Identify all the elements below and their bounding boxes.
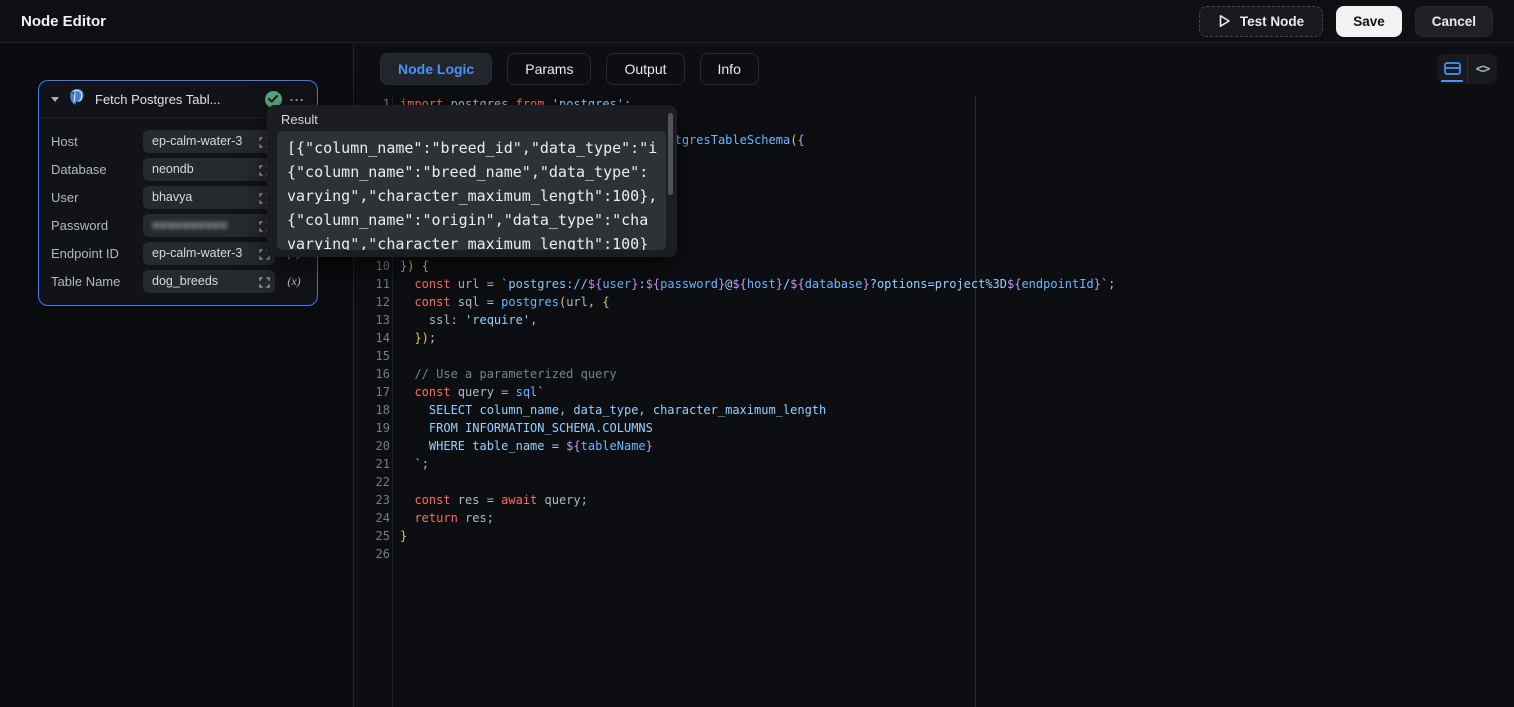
line-number: 22 [364,475,390,489]
field-value: neondb [152,162,194,176]
field-value: dog_breeds [152,274,218,288]
line-number: 25 [364,529,390,543]
result-line: [{"column_name":"breed_id","data_type":"… [287,136,660,160]
code-line: 10 }) { [354,257,1514,275]
code-text: const res = await query; [400,493,588,507]
field-label: Password [51,218,108,233]
code-line: 13 ssl: 'require', [354,311,1514,329]
code-text: // Use a parameterized query [400,367,617,381]
code-view-icon[interactable]: <> [1467,54,1497,84]
code-line: 15 [354,347,1514,365]
code-text: ssl: 'require', [400,313,537,327]
cancel-button[interactable]: Cancel [1415,6,1493,37]
active-segment-underline [1441,80,1463,83]
line-number: 12 [364,295,390,309]
field-input-host[interactable]: ep-calm-water-3 [143,130,275,153]
line-number: 20 [364,439,390,453]
expand-corners-icon[interactable] [259,275,270,293]
result-line: varying","character_maximum_length":100} [287,232,660,250]
line-number: 13 [364,313,390,327]
result-scrollbar-thumb[interactable] [668,113,673,195]
line-number: 16 [364,367,390,381]
line-number: 18 [364,403,390,417]
code-line: 16 // Use a parameterized query [354,365,1514,383]
code-text: const sql = postgres(url, { [400,295,610,309]
tab-info[interactable]: Info [700,53,759,85]
field-label: Database [51,162,107,177]
field-value: ep-calm-water-3 [152,246,242,260]
line-number: 21 [364,457,390,471]
code-line: 19 FROM INFORMATION_SCHEMA.COLUMNS [354,419,1514,437]
field-input-password[interactable]: ●●●●●●●●●● [143,214,275,237]
page-title: Node Editor [21,13,106,30]
result-line: {"column_name":"breed_name","data_type": [287,160,660,184]
result-line: {"column_name":"origin","data_type":"cha [287,208,660,232]
field-input-database[interactable]: neondb [143,158,275,181]
tab-params[interactable]: Params [507,53,591,85]
line-number: 24 [364,511,390,525]
tab-node-logic[interactable]: Node Logic [380,53,492,85]
field-label: Table Name [51,274,120,289]
code-text: }) { [400,259,429,273]
code-line: 21 `; [354,455,1514,473]
field-value: ●●●●●●●●●● [152,218,228,232]
line-number: 23 [364,493,390,507]
field-label: User [51,190,78,205]
code-line: 11 const url = `postgres://${user}:${pas… [354,275,1514,293]
code-text: }); [400,331,436,345]
code-line: 26 [354,545,1514,563]
field-input-table-name[interactable]: dog_breeds [143,270,275,293]
code-text: SELECT column_name, data_type, character… [400,403,826,417]
line-number: 17 [364,385,390,399]
field-value: bhavya [152,190,192,204]
code-text: } [400,529,407,543]
line-number: 19 [364,421,390,435]
view-toggle: <> [1437,54,1497,84]
code-line: 20 WHERE table_name = ${tableName} [354,437,1514,455]
postgresql-icon [67,87,87,112]
topbar-actions: Test Node Save Cancel [1199,6,1493,37]
chevron-down-icon[interactable] [51,97,59,102]
field-row: Table Name dog_breeds (x) [51,267,305,295]
node-title: Fetch Postgres Tabl... [95,92,257,107]
code-text: const query = sql` [400,385,545,399]
code-text: FROM INFORMATION_SCHEMA.COLUMNS [400,421,653,435]
code-line: 22 [354,473,1514,491]
result-popup: Result [{"column_name":"breed_id","data_… [267,105,677,257]
result-line: varying","character_maximum_length":100}… [287,184,660,208]
code-line: 23 const res = await query; [354,491,1514,509]
line-number: 10 [364,259,390,273]
test-node-button[interactable]: Test Node [1199,6,1323,37]
line-number: 14 [364,331,390,345]
code-line: 17 const query = sql` [354,383,1514,401]
top-bar: Node Editor Test Node Save Cancel [0,0,1514,43]
code-text: WHERE table_name = ${tableName} [400,439,653,453]
field-label: Endpoint ID [51,246,119,261]
result-json-output: [{"column_name":"breed_id","data_type":"… [277,131,666,250]
play-icon [1218,14,1231,28]
line-number: 11 [364,277,390,291]
code-line: 12 const sql = postgres(url, { [354,293,1514,311]
line-number: 15 [364,349,390,363]
variable-button[interactable]: (x) [283,274,305,289]
test-node-label: Test Node [1240,14,1304,29]
tab-bar: Node Logic Params Output Info [354,43,1514,95]
field-input-endpoint-id[interactable]: ep-calm-water-3 [143,242,275,265]
field-value: ep-calm-water-3 [152,134,242,148]
line-number: 26 [364,547,390,561]
code-line: 25} [354,527,1514,545]
code-text: const url = `postgres://${user}:${passwo… [400,277,1115,291]
result-popup-title: Result [281,112,318,127]
code-line: 24 return res; [354,509,1514,527]
node-editor-screen: Node Editor Test Node Save Cancel [0,0,1514,707]
code-text: return res; [400,511,494,525]
code-line: 18 SELECT column_name, data_type, charac… [354,401,1514,419]
field-label: Host [51,134,78,149]
tab-output[interactable]: Output [606,53,684,85]
save-button[interactable]: Save [1336,6,1402,37]
field-input-user[interactable]: bhavya [143,186,275,209]
visual-editor-icon[interactable] [1437,54,1467,84]
code-text: `; [400,457,429,471]
code-line: 14 }); [354,329,1514,347]
